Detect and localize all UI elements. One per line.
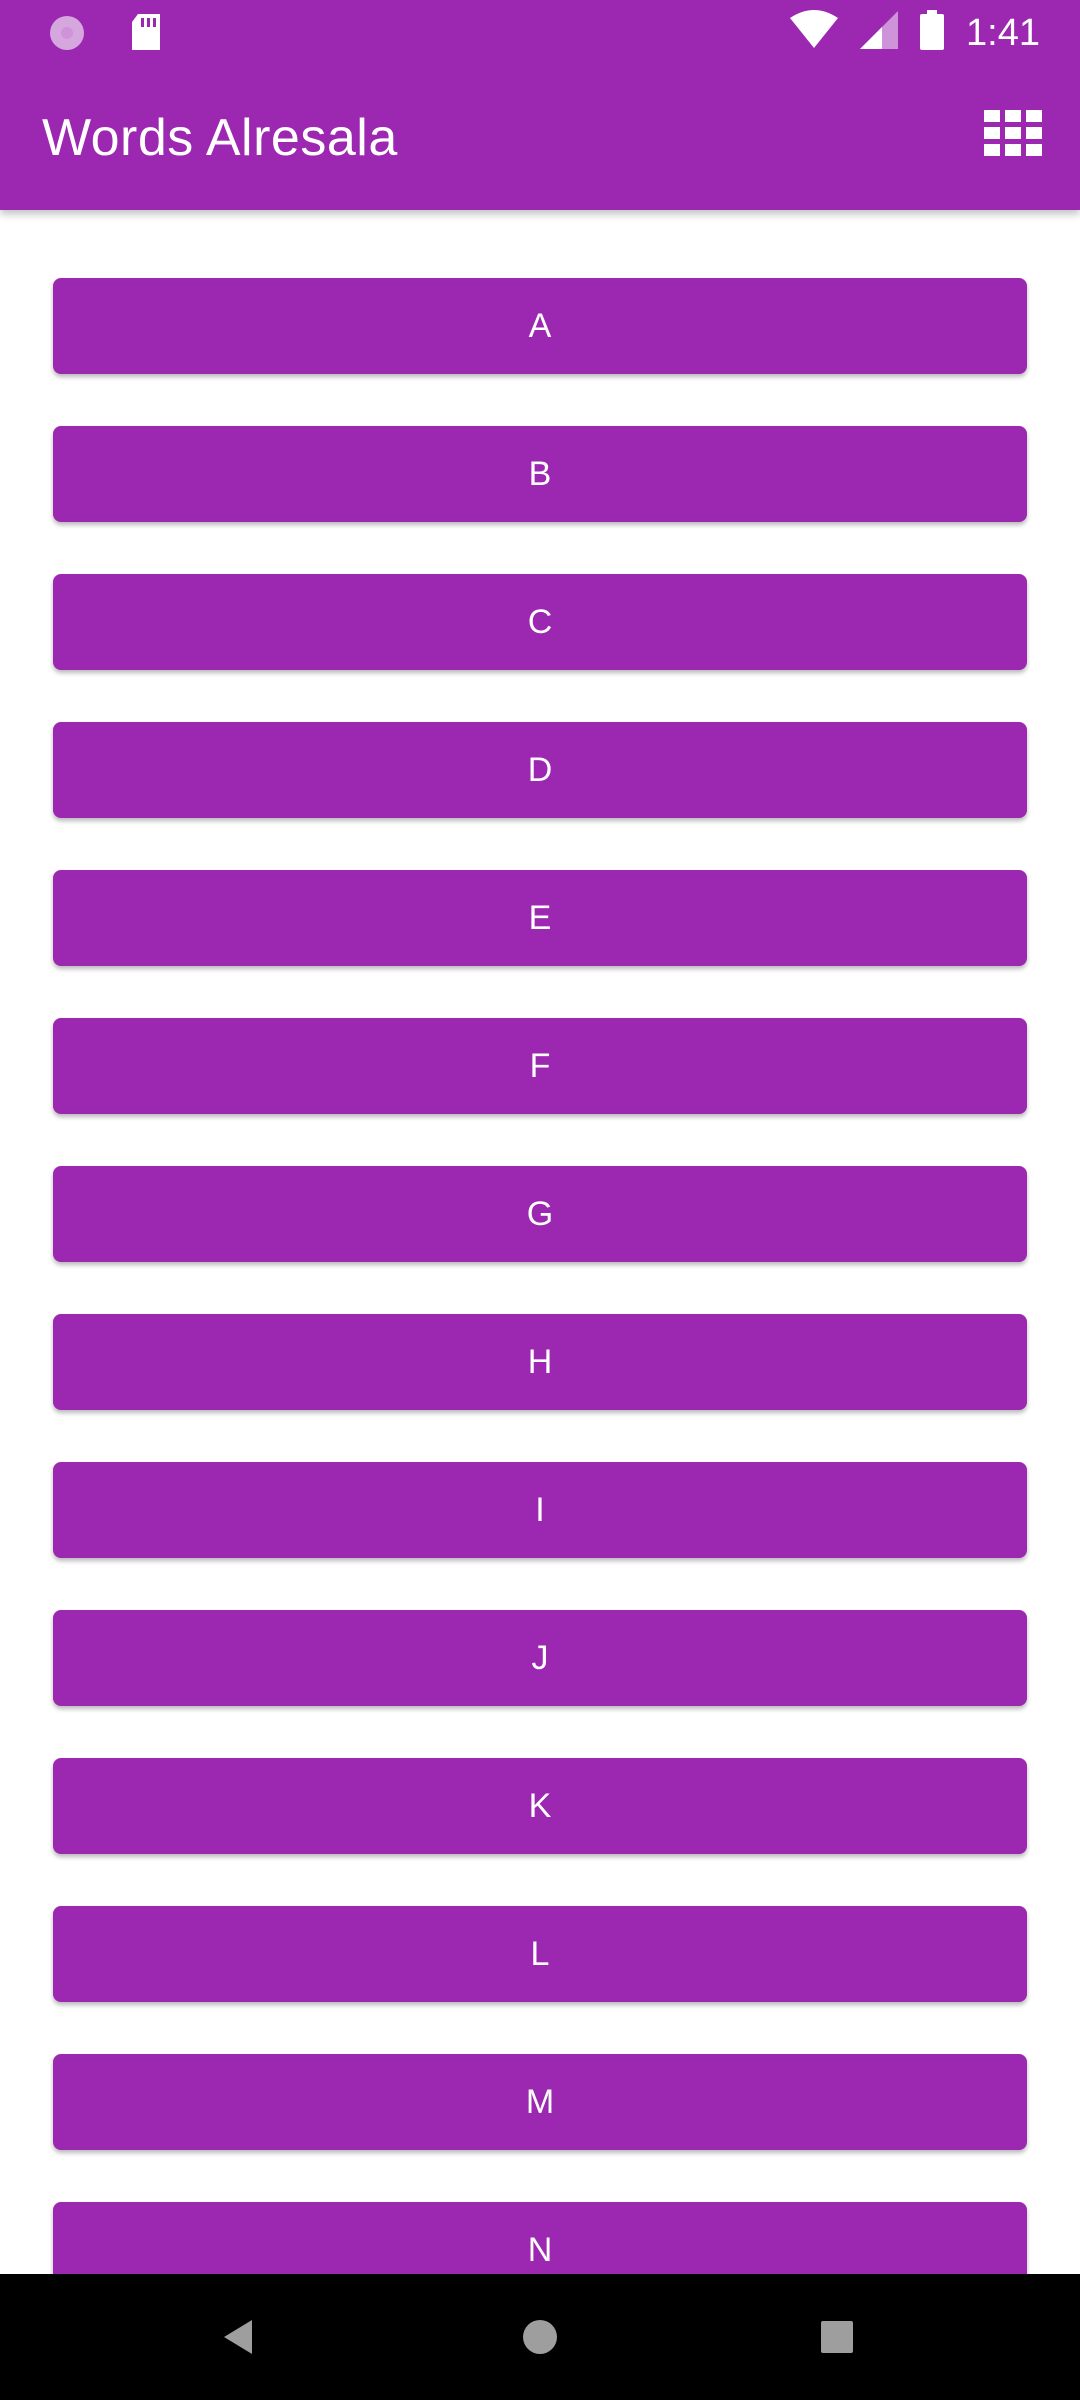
grid-view-icon — [984, 110, 1042, 156]
app-bar: 1:41 Words Alresala — [0, 0, 1080, 210]
back-icon — [224, 2320, 252, 2354]
sd-card-icon — [130, 14, 162, 57]
letter-button-b[interactable]: B — [53, 426, 1027, 522]
letter-button-d[interactable]: D — [53, 722, 1027, 818]
letter-button-a[interactable]: A — [53, 278, 1027, 374]
battery-icon — [920, 10, 945, 55]
recents-icon — [821, 2321, 853, 2353]
home-icon — [523, 2320, 557, 2354]
letter-button-f[interactable]: F — [53, 1018, 1027, 1114]
letter-button-h[interactable]: H — [53, 1314, 1027, 1410]
letter-button-k[interactable]: K — [53, 1758, 1027, 1854]
loading-icon — [48, 14, 86, 57]
letter-button-g[interactable]: G — [53, 1166, 1027, 1262]
letter-button-m[interactable]: M — [53, 2054, 1027, 2150]
letter-button-i[interactable]: I — [53, 1462, 1027, 1558]
clock: 1:41 — [966, 11, 1040, 54]
navigation-bar — [0, 2274, 1080, 2400]
letter-button-c[interactable]: C — [53, 574, 1027, 670]
status-bar: 1:41 — [0, 0, 1080, 64]
page-title: Words Alresala — [42, 109, 398, 167]
letter-button-n[interactable]: N — [53, 2202, 1027, 2274]
recents-button[interactable] — [814, 2314, 860, 2360]
letter-button-l[interactable]: L — [53, 1906, 1027, 2002]
signal-icon — [860, 11, 899, 54]
home-button[interactable] — [517, 2314, 563, 2360]
letter-button-e[interactable]: E — [53, 870, 1027, 966]
letter-button-j[interactable]: J — [53, 1610, 1027, 1706]
back-button[interactable] — [218, 2314, 264, 2360]
grid-view-button[interactable] — [984, 110, 1042, 156]
wifi-icon — [790, 10, 839, 55]
letter-list[interactable]: A B C D E F G H I J K L M N — [0, 210, 1080, 2274]
